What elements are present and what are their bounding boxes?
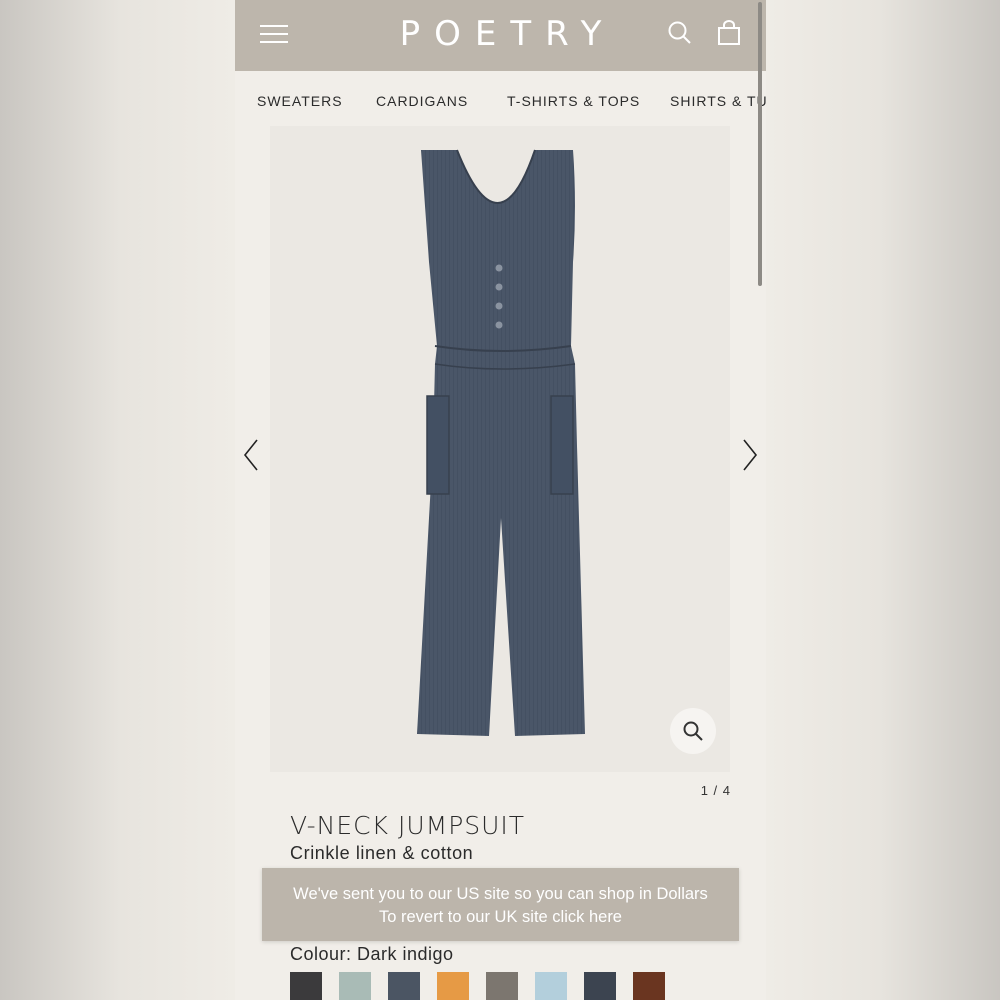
category-sweaters[interactable]: SWEATERS [257, 93, 343, 109]
colour-swatch[interactable] [633, 972, 665, 1000]
category-cardigans[interactable]: CARDIGANS [376, 93, 468, 109]
product-subtitle: Crinkle linen & cotton [290, 843, 474, 863]
shopping-bag-icon[interactable] [717, 20, 741, 46]
site-redirect-banner[interactable]: We've sent you to our US site so you can… [262, 868, 739, 941]
zoom-icon [683, 721, 703, 741]
colour-swatch[interactable] [437, 972, 469, 1000]
zoom-button[interactable] [670, 708, 716, 754]
mobile-viewport: POETRY SWEATERS CARDIGANS T-SHIRTS & TOP… [235, 0, 766, 1000]
colour-swatch[interactable] [339, 972, 371, 1000]
scrollbar-thumb[interactable] [758, 2, 762, 286]
colour-swatch[interactable] [584, 972, 616, 1000]
product-image-gallery[interactable] [270, 126, 730, 772]
colour-swatch[interactable] [486, 972, 518, 1000]
chevron-right-icon[interactable] [742, 438, 758, 472]
banner-revert-link[interactable]: To revert to our UK site click here [262, 906, 739, 929]
category-nav: SWEATERS CARDIGANS T-SHIRTS & TOPS SHIRT… [235, 71, 766, 127]
colour-swatch[interactable] [535, 972, 567, 1000]
category-tshirts-tops[interactable]: T-SHIRTS & TOPS [507, 93, 640, 109]
banner-line-1: We've sent you to our US site so you can… [293, 885, 708, 903]
colour-label: Colour: Dark indigo [290, 944, 454, 964]
product-image [417, 149, 585, 736]
category-shirts-tunics[interactable]: SHIRTS & TUNICS [670, 93, 766, 109]
image-counter: 1 / 4 [700, 783, 731, 798]
product-title: V-NECK JUMPSUIT [290, 811, 526, 840]
chevron-left-icon[interactable] [243, 438, 259, 472]
site-header: POETRY [235, 0, 766, 71]
search-icon[interactable] [667, 20, 693, 46]
colour-swatch[interactable] [290, 972, 322, 1000]
colour-swatch[interactable] [388, 972, 420, 1000]
